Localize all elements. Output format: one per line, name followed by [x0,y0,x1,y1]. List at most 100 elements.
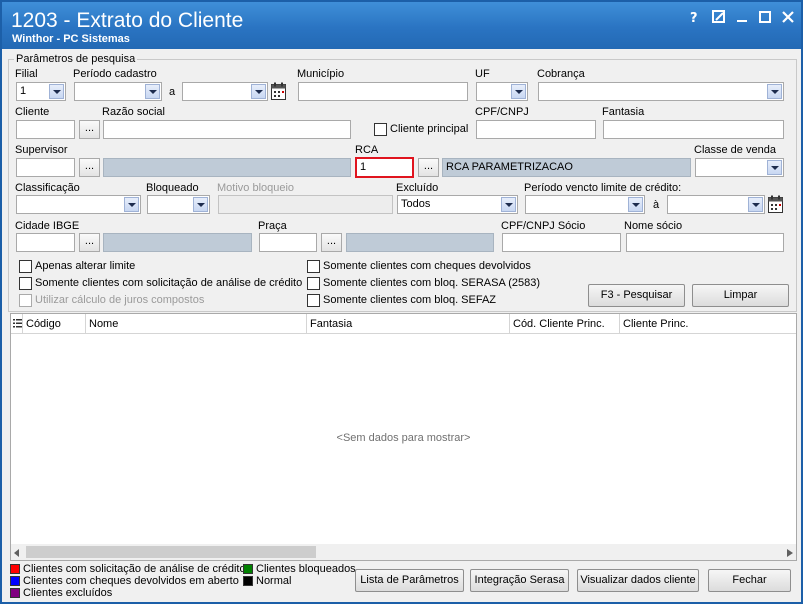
checkbox-box[interactable] [374,123,387,136]
bloqueado-label: Bloqueado [146,182,199,194]
minimize-icon[interactable] [735,10,749,24]
cidade-ibge-name-field [103,233,252,252]
periodo-vencto-end[interactable] [667,195,765,214]
chevron-down-icon[interactable] [251,84,266,99]
praca-input[interactable] [259,233,317,252]
lista-parametros-button[interactable]: Lista de Parâmetros [355,569,464,592]
chevron-down-icon[interactable] [628,197,643,212]
checkbox-box[interactable] [307,260,320,273]
title-bar[interactable]: 1203 - Extrato do Cliente Winthor - PC S… [2,2,801,49]
chevron-down-icon[interactable] [124,197,139,212]
legend-swatch [243,564,253,574]
excluido-label: Excluído [396,182,439,194]
filial-select[interactable]: 1 [16,82,66,101]
cliente-lookup-button[interactable]: ... [79,120,100,139]
chevron-down-icon[interactable] [748,197,763,212]
calendar-icon[interactable] [270,82,287,101]
checkbox-box[interactable] [307,277,320,290]
periodo-vencto-label: Período vencto limite de crédito: [524,182,682,194]
cpf-cnpj-socio-label: CPF/CNPJ Sócio [501,220,586,232]
chevron-down-icon[interactable] [49,84,64,99]
cidade-ibge-input[interactable] [16,233,75,252]
checkbox-box [19,294,32,307]
checkbox-box[interactable] [307,294,320,307]
visualizar-dados-cliente-button[interactable]: Visualizar dados cliente [577,569,699,592]
help-icon[interactable]: ? [687,10,701,24]
municipio-input[interactable] [298,82,468,101]
window-subtitle: Winthor - PC Sistemas [12,33,130,45]
cpf-cnpj-input[interactable] [476,120,596,139]
horizontal-scrollbar[interactable] [11,544,796,560]
grid-header: Código Nome Fantasia Cód. Cliente Princ.… [11,314,796,334]
cpf-cnpj-socio-input[interactable] [502,233,621,252]
fechar-button[interactable]: Fechar [708,569,791,592]
nome-socio-label: Nome sócio [624,220,683,232]
rca-label: RCA [355,144,379,156]
maximize-icon[interactable] [758,10,772,24]
pesquisar-button[interactable]: F3 - Pesquisar [588,284,685,307]
classe-venda-select[interactable] [695,158,784,177]
fantasia-input[interactable] [603,120,784,139]
cidade-ibge-label: Cidade IBGE [15,220,80,232]
periodo-vencto-start[interactable] [525,195,645,214]
classificacao-label: Classificação [15,182,80,194]
periodo-vencto-a-label: à [653,199,660,211]
supervisor-lookup-button[interactable]: ... [79,158,100,177]
nome-socio-input[interactable] [626,233,784,252]
rca-name-field: RCA PARAMETRIZACAO [442,158,691,177]
close-icon[interactable] [781,10,795,24]
legend-swatch [10,588,20,598]
classificacao-select[interactable] [16,195,141,214]
municipio-label: Município [297,68,345,80]
supervisor-name-field [103,158,351,177]
scroll-right-icon[interactable] [787,548,793,560]
results-grid[interactable]: Código Nome Fantasia Cód. Cliente Princ.… [10,313,797,561]
checkbox-box[interactable] [19,260,32,273]
calendar-icon[interactable] [767,195,784,214]
praca-label: Praça [258,220,287,232]
periodo-cadastro-start[interactable] [74,82,162,101]
bloqueado-select[interactable] [147,195,210,214]
praca-name-field [346,233,494,252]
supervisor-input[interactable] [16,158,75,177]
rca-lookup-button[interactable]: ... [418,158,439,177]
edit-icon[interactable] [712,10,726,24]
column-chooser-icon[interactable] [13,318,22,329]
checkbox-box[interactable] [19,277,32,290]
uf-select[interactable] [476,82,528,101]
motivo-bloqueio-label: Motivo bloqueio [217,182,295,194]
column-header-nome[interactable]: Nome [85,314,306,334]
chevron-down-icon[interactable] [767,160,782,175]
integracao-serasa-button[interactable]: Integração Serasa [470,569,569,592]
filial-label: Filial [15,68,38,80]
column-header-fantasia[interactable]: Fantasia [306,314,509,334]
cobranca-select[interactable] [538,82,784,101]
chevron-down-icon[interactable] [511,84,526,99]
column-header-cliente-princ[interactable]: Cliente Princ. [619,314,796,334]
legend-swatch [10,576,20,586]
cobranca-label: Cobrança [537,68,585,80]
chevron-down-icon[interactable] [193,197,208,212]
limpar-button[interactable]: Limpar [692,284,789,307]
scroll-left-icon[interactable] [14,548,20,560]
cliente-label: Cliente [15,106,50,118]
chevron-down-icon[interactable] [145,84,160,99]
legend-swatch [10,564,20,574]
fantasia-label: Fantasia [602,106,645,118]
praca-lookup-button[interactable]: ... [321,233,342,252]
column-header-codigo[interactable]: Código [22,314,85,334]
cliente-input[interactable] [16,120,75,139]
column-header-cod-cliente-princ[interactable]: Cód. Cliente Princ. [509,314,619,334]
motivo-bloqueio-input [218,195,393,214]
uf-label: UF [475,68,490,80]
chevron-down-icon[interactable] [767,84,782,99]
razao-social-input[interactable] [103,120,351,139]
periodo-cadastro-end[interactable] [182,82,268,101]
excluido-select[interactable]: Todos [397,195,518,214]
chevron-down-icon[interactable] [501,197,516,212]
cpf-cnpj-label: CPF/CNPJ [475,106,529,118]
rca-input[interactable]: 1 [355,157,414,178]
empty-grid-message: <Sem dados para mostrar> [336,432,471,444]
cidade-ibge-lookup-button[interactable]: ... [79,233,100,252]
scrollbar-thumb[interactable] [26,546,316,558]
